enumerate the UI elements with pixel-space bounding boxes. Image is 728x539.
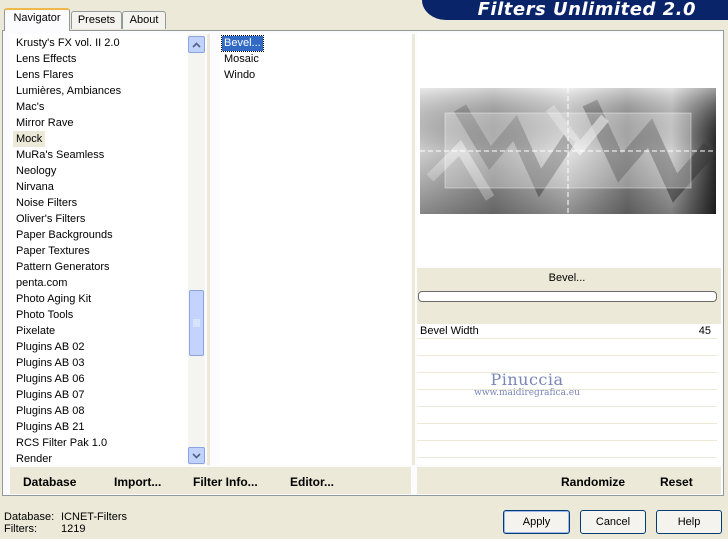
param-label: Bevel Width — [420, 325, 479, 337]
category-item[interactable]: MuRa's Seamless — [13, 147, 107, 163]
filter-item-windo[interactable]: Windo — [222, 68, 257, 83]
divider — [207, 34, 210, 465]
category-item[interactable]: Paper Textures — [13, 243, 93, 259]
category-item[interactable]: Lens Flares — [13, 67, 76, 83]
category-item[interactable]: Plugins AB 07 — [13, 387, 88, 403]
category-item[interactable]: Mock — [13, 131, 46, 147]
title-banner: Filters Unlimited 2.0 — [422, 0, 728, 20]
grip-icon — [193, 319, 200, 327]
filters-label: Filters: — [4, 523, 37, 535]
database-info: Database: ICNET-Filters — [4, 511, 127, 523]
category-item[interactable]: Render — [13, 451, 55, 465]
category-item[interactable]: Pattern Generators — [13, 259, 113, 275]
divider — [412, 34, 415, 465]
chevron-up-icon — [192, 41, 201, 48]
category-item[interactable]: Plugins AB 06 — [13, 371, 88, 387]
category-item[interactable]: RCS Filter Pak 1.0 — [13, 435, 110, 451]
watermark-title: Pinuccia — [490, 370, 564, 389]
database-value: ICNET-Filters — [61, 511, 127, 523]
category-item[interactable]: Krusty's FX vol. II 2.0 — [13, 35, 123, 51]
filter-item-mosaic[interactable]: Mosaic — [222, 52, 261, 67]
filters-info: Filters: 1219 — [4, 523, 85, 535]
category-item[interactable]: Pixelate — [13, 323, 58, 339]
database-link[interactable]: Database — [23, 475, 76, 489]
scroll-down-button[interactable] — [188, 447, 205, 464]
scroll-up-button[interactable] — [188, 36, 205, 53]
category-item[interactable]: Paper Backgrounds — [13, 227, 116, 243]
randomize-link[interactable]: Randomize — [561, 475, 625, 489]
watermark: Pinuccia www.maidiregrafica.eu — [462, 370, 592, 398]
database-label: Database: — [4, 511, 55, 523]
category-scrollbar[interactable] — [188, 34, 205, 465]
left-link-bar: Database Import... Filter Info... Editor… — [10, 467, 411, 494]
reset-link[interactable]: Reset — [660, 475, 693, 489]
watermark-url: www.maidiregrafica.eu — [474, 388, 580, 398]
tab-navigator[interactable]: Navigator — [4, 8, 70, 31]
param-row-empty — [417, 426, 717, 441]
category-item[interactable]: Neology — [13, 163, 59, 179]
cancel-button[interactable]: Cancel — [580, 510, 646, 534]
preview-thumbnail — [420, 88, 716, 214]
chevron-down-icon — [192, 452, 201, 459]
editor-link[interactable]: Editor... — [290, 475, 334, 489]
filter-list[interactable]: Bevel... Mosaic Windo — [220, 34, 411, 465]
category-item[interactable]: Plugins AB 02 — [13, 339, 88, 355]
category-item[interactable]: Plugins AB 21 — [13, 419, 88, 435]
category-item[interactable]: Mac's — [13, 99, 47, 115]
category-item[interactable]: Mirror Rave — [13, 115, 76, 131]
category-item[interactable]: Photo Tools — [13, 307, 76, 323]
app-title: Filters Unlimited 2.0 — [477, 0, 696, 20]
category-list[interactable]: Krusty's FX vol. II 2.0 Lens Effects Lens … — [10, 34, 206, 465]
help-button[interactable]: Help — [656, 510, 722, 534]
scroll-thumb[interactable] — [189, 290, 204, 356]
category-item[interactable]: penta.com — [13, 275, 70, 291]
category-item[interactable]: Lumières, Ambiances — [13, 83, 124, 99]
category-item[interactable]: Nirvana — [13, 179, 57, 195]
filter-item-bevel[interactable]: Bevel... — [221, 35, 264, 52]
param-value: 45 — [698, 325, 711, 337]
category-item[interactable]: Plugins AB 03 — [13, 355, 88, 371]
tab-presets[interactable]: Presets — [71, 11, 122, 29]
progress-bar — [418, 291, 717, 302]
apply-button[interactable]: Apply — [503, 510, 570, 534]
param-row-empty — [417, 409, 717, 424]
category-item[interactable]: Photo Aging Kit — [13, 291, 94, 307]
import-link[interactable]: Import... — [114, 475, 161, 489]
filter-name: Bevel... — [548, 272, 586, 284]
param-row-empty — [417, 443, 717, 458]
filters-count: 1219 — [61, 523, 86, 535]
category-item[interactable]: Lens Effects — [13, 51, 79, 67]
param-row-empty — [417, 341, 717, 356]
tab-about[interactable]: About — [122, 11, 166, 29]
right-link-bar: Randomize Reset — [417, 467, 721, 494]
category-item[interactable]: Noise Filters — [13, 195, 80, 211]
filter-info-link[interactable]: Filter Info... — [193, 475, 258, 489]
category-item[interactable]: Oliver's Filters — [13, 211, 88, 227]
category-item[interactable]: Plugins AB 08 — [13, 403, 88, 419]
preview-image[interactable] — [420, 88, 716, 214]
param-row-bevel-width[interactable]: Bevel Width 45 — [417, 324, 717, 339]
filter-name-row: Bevel... — [417, 268, 721, 324]
